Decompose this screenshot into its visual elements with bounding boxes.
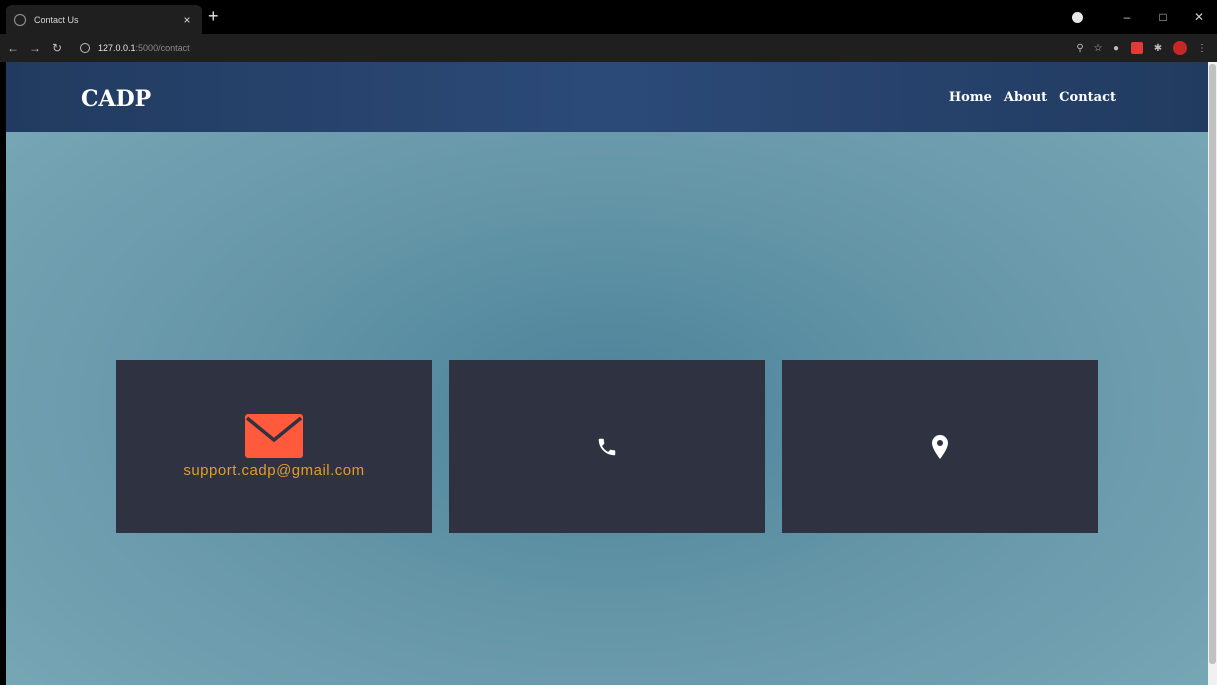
maximize-icon[interactable]: □ (1145, 10, 1181, 24)
nav-about[interactable]: About (1004, 90, 1047, 105)
scrollbar-thumb[interactable] (1209, 64, 1216, 664)
profile-avatar[interactable] (1173, 41, 1187, 55)
puzzle-icon[interactable]: ✱ (1149, 43, 1167, 54)
location-card (782, 360, 1098, 533)
media-control-icon[interactable] (1072, 11, 1083, 23)
globe-icon (14, 13, 26, 26)
browser-tabstrip: Contact Us × + – □ ✕ (0, 0, 1217, 34)
envelope-icon (245, 414, 303, 458)
bookmark-star-icon[interactable]: ☆ (1089, 43, 1107, 54)
phone-icon (598, 438, 616, 455)
site-info-icon[interactable] (80, 43, 90, 53)
toolbar-actions: ⚲ ☆ ● ✱ ⋮ (1071, 41, 1211, 55)
page-scrollbar[interactable] (1208, 62, 1217, 685)
nav-home[interactable]: Home (949, 90, 992, 105)
url-path: :5000/contact (135, 43, 190, 53)
new-tab-button[interactable]: + (208, 6, 219, 26)
phone-card (449, 360, 765, 533)
reload-icon[interactable]: ↻ (48, 41, 66, 55)
extension-red-icon[interactable] (1131, 42, 1143, 54)
minimize-icon[interactable]: – (1109, 10, 1145, 24)
page-viewport: CADP Home About Contact support.cadp@gma… (6, 62, 1208, 685)
browser-toolbar: ← → ↻ 127.0.0.1 :5000/contact ⚲ ☆ ● ✱ ⋮ (0, 34, 1217, 62)
location-pin-icon (932, 434, 948, 459)
zoom-icon[interactable]: ⚲ (1071, 43, 1089, 54)
tab-title: Contact Us (34, 14, 79, 25)
url-host: 127.0.0.1 (98, 43, 136, 53)
brand-logo[interactable]: CADP (81, 86, 151, 112)
window-close-icon[interactable]: ✕ (1181, 10, 1217, 24)
email-address[interactable]: support.cadp@gmail.com (183, 462, 364, 479)
browser-tab[interactable]: Contact Us × (6, 5, 202, 34)
extension-icon[interactable]: ● (1107, 43, 1125, 54)
nav-contact[interactable]: Contact (1059, 90, 1116, 105)
menu-kebab-icon[interactable]: ⋮ (1193, 43, 1211, 54)
forward-arrow-icon[interactable]: → (26, 41, 44, 55)
tab-close-icon[interactable]: × (180, 13, 194, 27)
main-nav: Home About Contact (949, 90, 1116, 105)
email-card: support.cadp@gmail.com (116, 360, 432, 533)
back-arrow-icon[interactable]: ← (4, 41, 22, 55)
window-controls: – □ ✕ (1072, 0, 1217, 34)
address-bar[interactable]: 127.0.0.1 :5000/contact (74, 38, 1071, 58)
site-header: CADP Home About Contact (6, 62, 1208, 132)
